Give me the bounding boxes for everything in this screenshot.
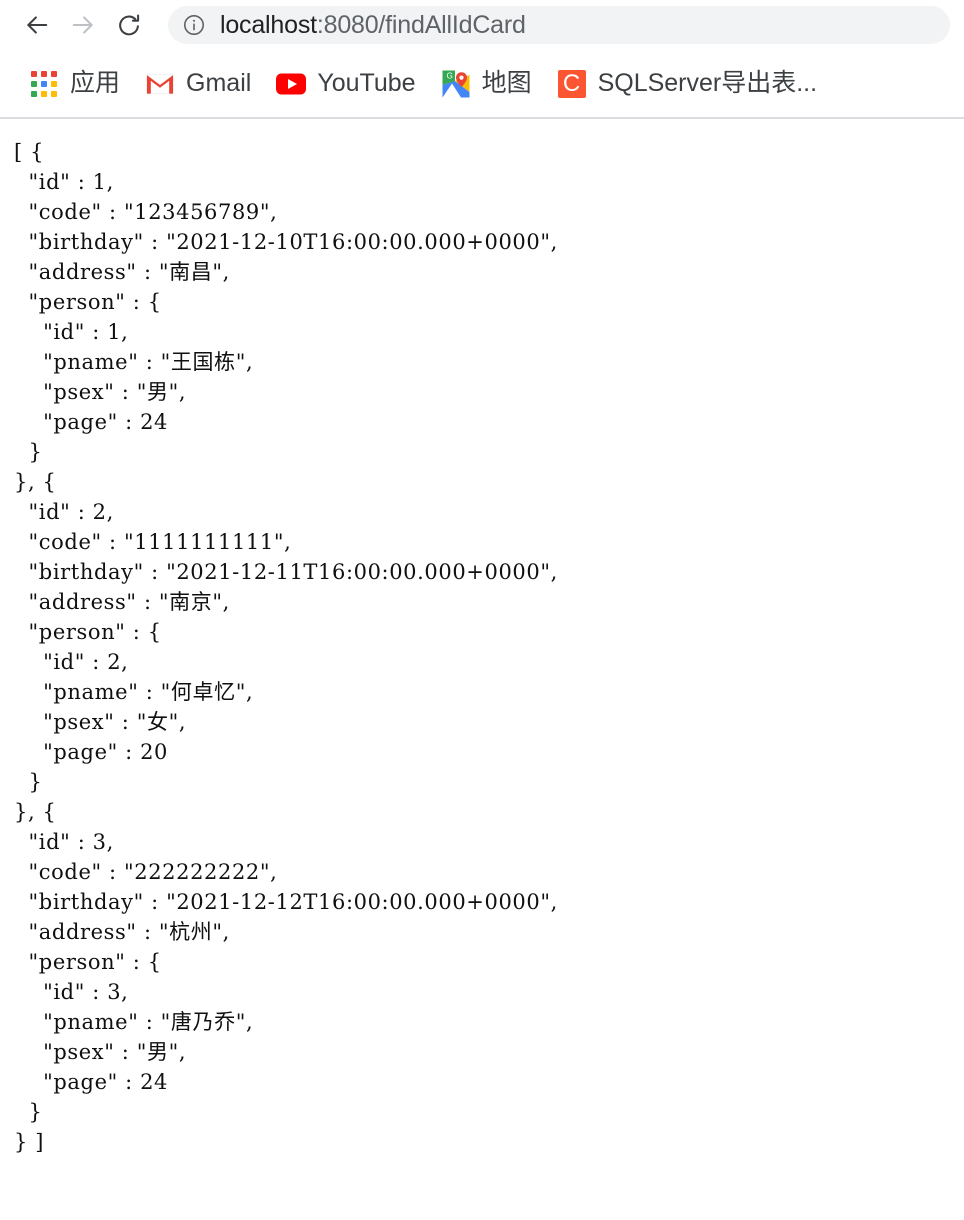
forward-button[interactable] — [60, 2, 106, 48]
browser-toolbar: localhost:8080/findAllIdCard — [0, 0, 964, 50]
page-content: [ { "id" : 1, "code" : "123456789", "bir… — [0, 119, 964, 1220]
arrow-right-icon — [70, 12, 96, 38]
json-response-body: [ { "id" : 1, "code" : "123456789", "bir… — [14, 140, 558, 1154]
bookmark-gmail[interactable]: Gmail — [136, 61, 260, 107]
url-path: :8080/findAllIdCard — [316, 10, 526, 39]
bookmark-label-gmail: Gmail — [186, 69, 252, 97]
bookmark-label-sqlserver-export: SQLServer导出表... — [597, 69, 818, 97]
youtube-icon — [276, 69, 307, 99]
reload-button[interactable] — [106, 2, 152, 48]
bookmarks-bar: 应用 Gmail YouTube G 地图 C SQLServer导出表... — [0, 50, 964, 119]
csdn-c-icon: C — [557, 69, 587, 99]
bookmark-sqlserver-export[interactable]: C SQLServer导出表... — [548, 61, 827, 107]
arrow-left-icon — [24, 12, 50, 38]
bookmark-label-maps: 地图 — [481, 69, 532, 97]
apps-grid-icon — [29, 69, 59, 99]
bookmark-apps[interactable]: 应用 — [20, 61, 129, 107]
svg-text:G: G — [446, 71, 452, 80]
reload-icon — [116, 12, 142, 38]
address-bar[interactable]: localhost:8080/findAllIdCard — [168, 6, 950, 44]
gmail-icon — [145, 69, 175, 99]
bookmark-label-youtube: YouTube — [317, 69, 416, 97]
browser-chrome: localhost:8080/findAllIdCard 应用 Gmail Yo… — [0, 0, 964, 119]
google-maps-icon: G — [441, 69, 471, 99]
back-button[interactable] — [14, 2, 60, 48]
url-host: localhost — [220, 10, 317, 39]
url-text: localhost:8080/findAllIdCard — [220, 10, 526, 39]
bookmark-youtube[interactable]: YouTube — [267, 61, 424, 107]
info-circle-icon[interactable] — [182, 13, 206, 37]
bookmark-label-apps: 应用 — [70, 69, 121, 97]
bookmark-maps[interactable]: G 地图 — [432, 61, 541, 107]
